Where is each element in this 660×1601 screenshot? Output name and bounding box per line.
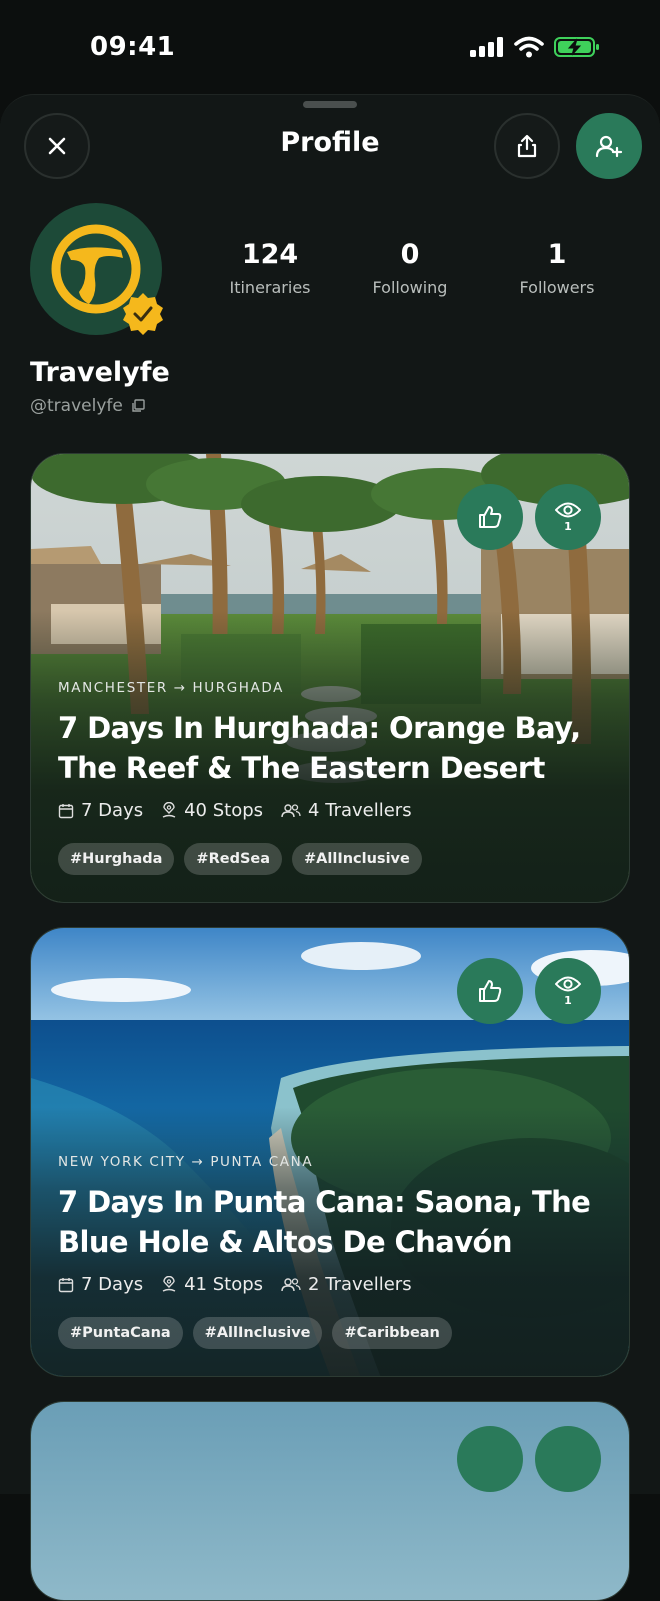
tag-chip[interactable]: #PuntaCana: [58, 1317, 183, 1349]
stat-label: Following: [372, 278, 448, 297]
wifi-icon: [514, 36, 544, 58]
status-icons: [470, 36, 600, 58]
travellers-item: 2 Travellers: [281, 1274, 412, 1295]
tag-chip[interactable]: #Hurghada: [58, 843, 175, 875]
profile-sheet: Profile 124 Itineraries 0 Following 1 Fo…: [0, 94, 660, 1601]
people-icon: [281, 803, 301, 817]
itinerary-route: MANCHESTER → HURGHADA: [58, 680, 284, 696]
cellular-signal-icon: [470, 37, 503, 57]
share-icon: [517, 134, 537, 158]
like-button[interactable]: [457, 1426, 523, 1492]
profile-name: Travelyfe: [30, 357, 170, 388]
location-pin-icon: [162, 1276, 176, 1292]
profile-handle: @travelyfe: [30, 396, 123, 416]
copy-icon[interactable]: [131, 399, 145, 413]
calendar-icon: [58, 803, 74, 818]
add-friend-button[interactable]: [576, 113, 642, 179]
duration-text: 7 Days: [81, 800, 144, 821]
tag-chip[interactable]: #AllInclusive: [292, 843, 422, 875]
views-button[interactable]: 1: [535, 958, 601, 1024]
status-time: 09:41: [90, 32, 176, 62]
page-title: Profile: [280, 127, 380, 158]
eye-icon: [555, 502, 581, 518]
profile-stats: 124 Itineraries 0 Following 1 Followers: [200, 239, 630, 309]
eye-icon: [555, 976, 581, 992]
itinerary-cover-image: [31, 1402, 629, 1600]
itinerary-title: 7 Days In Punta Cana: Saona, The Blue Ho…: [58, 1185, 591, 1259]
itinerary-route: NEW YORK CITY → PUNTA CANA: [58, 1154, 314, 1170]
itinerary-card[interactable]: 1 MANCHESTER → HURGHADA 7 Days In Hurgha…: [30, 453, 630, 903]
duration-item: 7 Days: [58, 800, 143, 821]
stat-value: 1: [547, 239, 567, 270]
people-icon: [281, 1277, 301, 1291]
thumbs-up-icon: [479, 506, 502, 528]
battery-charging-icon: [554, 37, 599, 57]
itinerary-title: 7 Days In Hurghada: Orange Bay, The Reef…: [58, 711, 581, 785]
views-button[interactable]: 1: [535, 484, 601, 550]
itinerary-meta: 7 Days 40 Stops 4 Travellers: [58, 800, 412, 821]
travellers-text: 4 Travellers: [308, 800, 412, 821]
itinerary-card[interactable]: 1 NEW YORK CITY → PUNTA CANA 7 Days In P…: [30, 927, 630, 1377]
sheet-grabber[interactable]: [303, 101, 357, 108]
itinerary-meta: 7 Days 41 Stops 2 Travellers: [58, 1274, 412, 1295]
stops-item: 40 Stops: [161, 800, 263, 821]
stops-text: 41 Stops: [184, 1274, 264, 1295]
stat-label: Itineraries: [229, 278, 311, 297]
tag-chip[interactable]: #Caribbean: [332, 1317, 452, 1349]
verified-badge-icon: [123, 293, 163, 335]
tag-list: #Hurghada #RedSea #AllInclusive: [58, 843, 422, 875]
itinerary-card[interactable]: [30, 1401, 630, 1601]
add-user-icon: [595, 135, 623, 158]
share-button[interactable]: [494, 113, 560, 179]
stops-item: 41 Stops: [161, 1274, 263, 1295]
stat-followers[interactable]: 1 Followers: [487, 239, 627, 297]
like-button[interactable]: [457, 484, 523, 550]
tag-chip[interactable]: #RedSea: [184, 843, 283, 875]
travellers-text: 2 Travellers: [308, 1274, 412, 1295]
view-count: 1: [564, 520, 572, 533]
profile-handle-row[interactable]: @travelyfe: [30, 396, 145, 416]
stat-value: 124: [241, 239, 299, 270]
view-count: 1: [564, 994, 572, 1007]
status-bar: 09:41: [0, 0, 660, 96]
tag-chip[interactable]: #AllInclusive: [192, 1317, 323, 1349]
thumbs-up-icon: [479, 980, 502, 1002]
stat-value: 0: [400, 239, 420, 270]
views-button[interactable]: [535, 1426, 601, 1492]
calendar-icon: [58, 1277, 74, 1292]
stat-itineraries[interactable]: 124 Itineraries: [200, 239, 340, 297]
stat-following[interactable]: 0 Following: [340, 239, 480, 297]
duration-item: 7 Days: [58, 1274, 143, 1295]
duration-text: 7 Days: [81, 1274, 144, 1295]
like-button[interactable]: [457, 958, 523, 1024]
location-pin-icon: [162, 802, 176, 818]
stat-label: Followers: [519, 278, 595, 297]
stops-text: 40 Stops: [184, 800, 264, 821]
travellers-item: 4 Travellers: [281, 800, 412, 821]
tag-list: #PuntaCana #AllInclusive #Caribbean: [58, 1317, 452, 1349]
